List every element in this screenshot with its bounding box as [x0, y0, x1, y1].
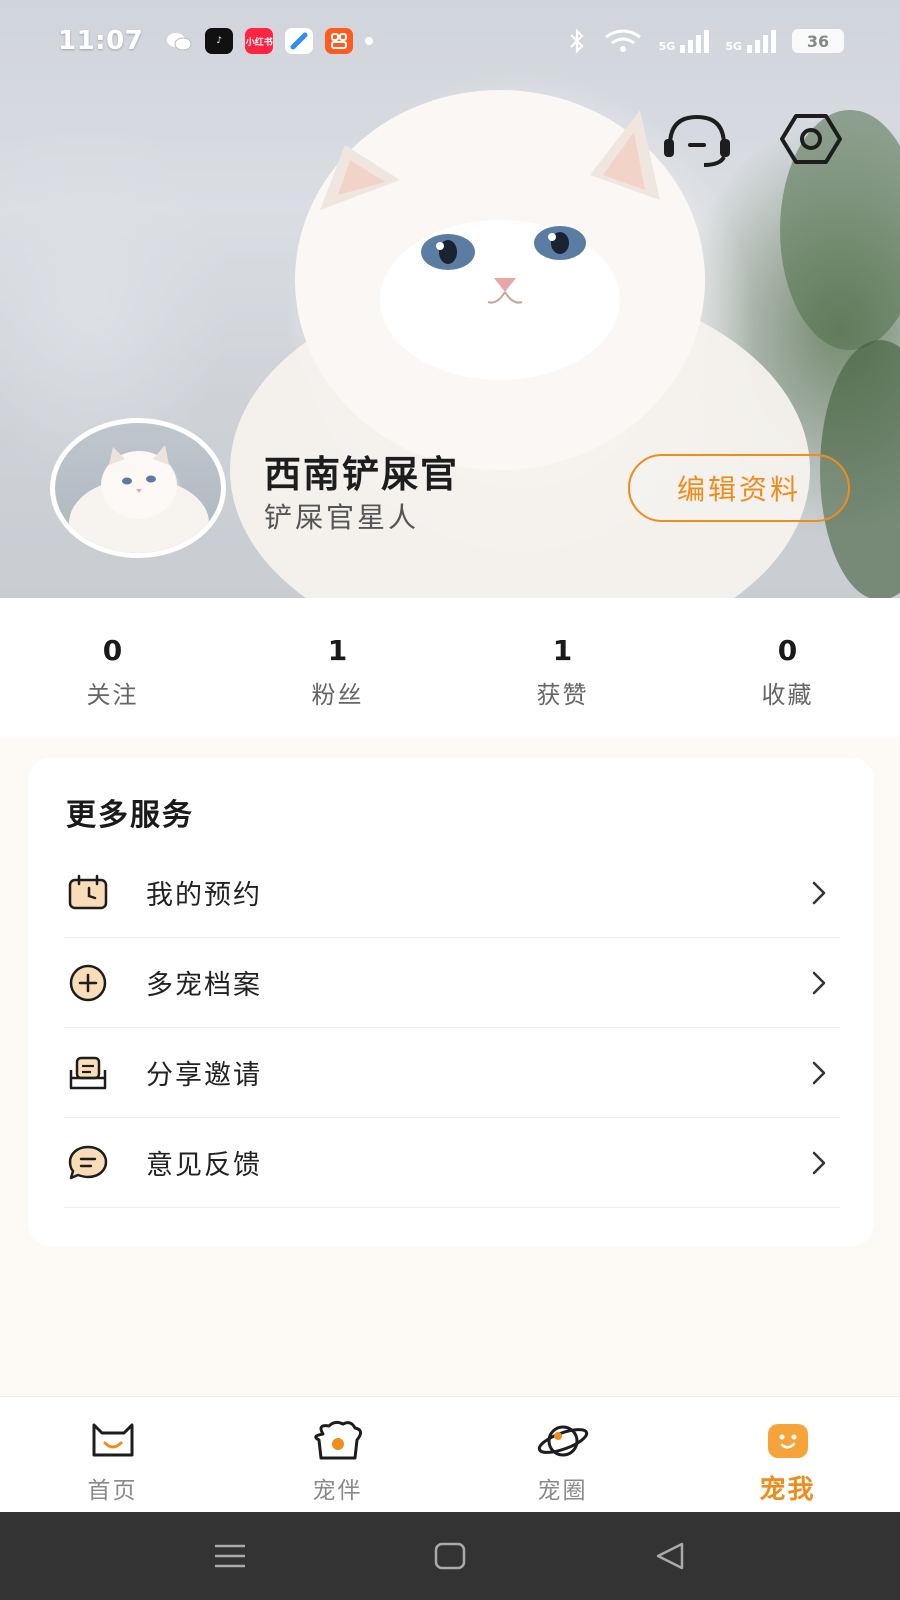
planet-icon [536, 1419, 590, 1463]
taobao-app-icon [325, 28, 354, 54]
battery-indicator: 36 [792, 29, 844, 53]
tab-me[interactable]: 宠我 [675, 1397, 900, 1512]
home-cat-icon [86, 1419, 140, 1463]
service-item-appointments[interactable]: 我的预约 [64, 848, 840, 938]
tab-pet-circle[interactable]: 宠圈 [450, 1397, 675, 1512]
profile-cover-photo: 11:07 ♪ 小红书 5G 5G 36 西南铲屎官 铲屎官星人 编辑资料 [0, 0, 900, 598]
bluetooth-icon [569, 28, 584, 54]
chevron-right-icon [804, 1058, 834, 1088]
profile-stats: 0 关注 1 粉丝 1 获赞 0 收藏 [0, 598, 900, 738]
chevron-right-icon [804, 878, 834, 908]
share-envelope-icon [66, 1051, 110, 1095]
stat-value: 1 [552, 634, 573, 667]
chevron-right-icon [804, 1148, 834, 1178]
status-indicators: 5G 5G 36 [567, 28, 844, 54]
notification-app-icons: ♪ 小红书 [165, 28, 374, 54]
service-item-pet-profiles[interactable]: 多宠档案 [64, 938, 840, 1028]
tab-label: 首页 [87, 1478, 138, 1504]
wifi-icon [604, 29, 641, 52]
signal-icon-2: 5G [725, 29, 776, 53]
me-face-icon [761, 1419, 815, 1463]
tab-label: 宠圈 [537, 1478, 588, 1504]
profile-name: 西南铲屎官 [264, 453, 459, 496]
stat-followers[interactable]: 1 粉丝 [225, 598, 450, 738]
service-item-share-invite[interactable]: 分享邀请 [64, 1028, 840, 1118]
stat-likes[interactable]: 1 获赞 [450, 598, 675, 738]
more-notifications-dot [365, 37, 374, 45]
status-time: 11:07 [58, 26, 144, 56]
stat-label: 粉丝 [311, 681, 364, 709]
tab-pet-companion[interactable]: 宠伴 [225, 1397, 450, 1512]
edit-profile-button[interactable]: 编辑资料 [628, 454, 850, 522]
xiaohongshu-icon: 小红书 [245, 28, 274, 54]
more-services-card: 更多服务 我的预约 多宠档案 分享邀请 意见反馈 [28, 758, 874, 1246]
stat-favorites[interactable]: 0 收藏 [675, 598, 900, 738]
profile-subtitle: 铲屎官星人 [264, 501, 420, 534]
status-bar: 11:07 ♪ 小红书 5G 5G 36 [0, 0, 900, 82]
stat-label: 关注 [86, 681, 139, 709]
add-circle-icon [66, 961, 110, 1005]
calendar-icon [66, 871, 110, 915]
tab-home[interactable]: 首页 [0, 1397, 225, 1512]
stat-value: 1 [327, 634, 348, 667]
stat-value: 0 [777, 634, 798, 667]
home-icon[interactable] [420, 1536, 480, 1576]
system-navigation-bar [0, 1512, 900, 1600]
pet-companion-icon [311, 1419, 365, 1463]
stat-label: 获赞 [536, 681, 589, 709]
douyin-icon: ♪ [205, 28, 234, 54]
service-label: 多宠档案 [146, 970, 262, 1001]
settings-icon[interactable] [772, 106, 850, 172]
wechat-icon [165, 28, 193, 54]
services-list: 我的预约 多宠档案 分享邀请 意见反馈 [64, 848, 840, 1208]
feedback-chat-icon [66, 1141, 110, 1185]
header-actions [658, 106, 850, 172]
stat-value: 0 [102, 634, 123, 667]
customer-service-icon[interactable] [658, 106, 736, 172]
service-label: 我的预约 [146, 880, 262, 911]
menu-icon[interactable] [200, 1536, 260, 1576]
service-label: 意见反馈 [146, 1150, 262, 1181]
stat-label: 收藏 [761, 681, 814, 709]
back-icon[interactable] [640, 1536, 700, 1576]
tab-label: 宠伴 [312, 1478, 363, 1504]
tab-label: 宠我 [759, 1475, 816, 1505]
service-item-feedback[interactable]: 意见反馈 [64, 1118, 840, 1208]
stat-following[interactable]: 0 关注 [0, 598, 225, 738]
chat-app-icon [285, 28, 314, 54]
service-label: 分享邀请 [146, 1060, 262, 1091]
card-title: 更多服务 [66, 798, 194, 833]
avatar[interactable] [50, 418, 226, 558]
chevron-right-icon [804, 968, 834, 998]
bottom-tab-bar: 首页 宠伴 宠圈 宠我 [0, 1396, 900, 1512]
signal-icon: 5G [659, 29, 710, 53]
